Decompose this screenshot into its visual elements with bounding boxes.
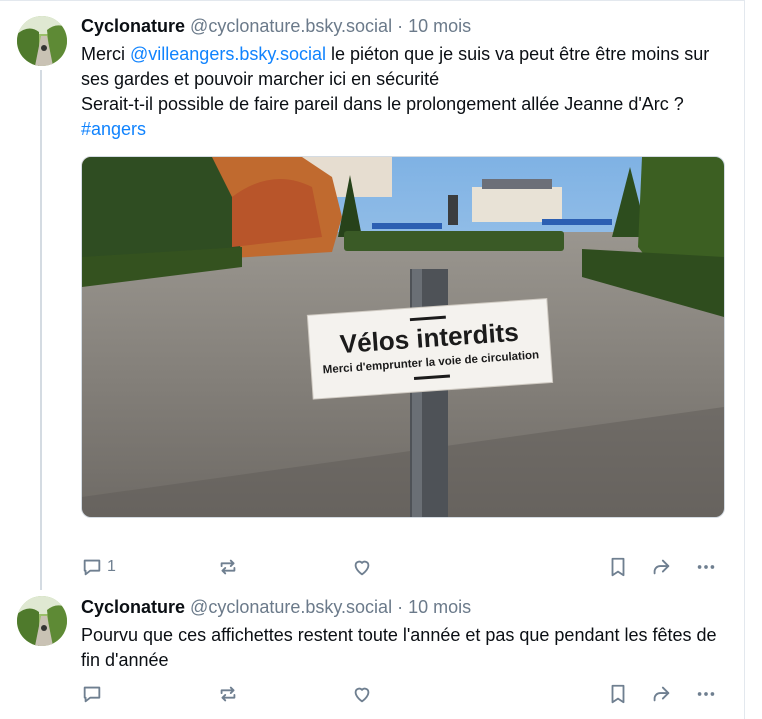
post-text-start: Merci	[81, 44, 130, 64]
post-image[interactable]: Vélos interdits Merci d'emprunter la voi…	[81, 156, 725, 518]
header-separator: ·	[397, 16, 404, 36]
repost-button[interactable]	[217, 680, 239, 708]
bookmark-button[interactable]	[607, 553, 629, 581]
top-divider	[0, 0, 744, 5]
share-button[interactable]	[650, 553, 672, 581]
share-icon	[653, 686, 670, 702]
like-icon	[354, 687, 370, 703]
author-handle[interactable]: @cyclonature.bsky.social	[190, 597, 392, 617]
bookmark-button[interactable]	[607, 680, 629, 708]
header-separator: ·	[397, 597, 404, 617]
author-handle[interactable]: @cyclonature.bsky.social	[190, 16, 392, 36]
more-icon	[697, 692, 715, 696]
author-name[interactable]: Cyclonature	[81, 16, 185, 36]
hashtag-link[interactable]: #angers	[81, 119, 146, 139]
share-icon	[653, 559, 670, 575]
post-actions: 1	[81, 553, 721, 583]
post-text: Pourvu que ces affichettes restent toute…	[81, 625, 717, 670]
like-button[interactable]	[351, 680, 373, 708]
bookmark-icon	[611, 557, 625, 577]
author-name[interactable]: Cyclonature	[81, 597, 185, 617]
thread-connector-line	[40, 70, 42, 590]
post-text: Merci @villeangers.bsky.social le piéton…	[81, 42, 721, 142]
post-header: Cyclonature @cyclonature.bsky.social · 1…	[81, 14, 721, 38]
author-avatar[interactable]	[17, 16, 67, 66]
more-options-button[interactable]	[695, 553, 717, 581]
reply-icon	[83, 686, 101, 703]
mention-link[interactable]: @villeangers.bsky.social	[130, 44, 326, 64]
like-icon	[354, 560, 370, 576]
like-button[interactable]	[351, 553, 373, 581]
repost-icon	[220, 686, 236, 702]
post-timestamp[interactable]: 10 mois	[408, 16, 471, 36]
more-icon	[697, 565, 715, 569]
reply-button[interactable]	[81, 680, 103, 708]
repost-button[interactable]	[217, 553, 239, 581]
reply-count: 1	[107, 558, 116, 575]
reply-button[interactable]: 1	[81, 553, 116, 581]
more-options-button[interactable]	[695, 680, 717, 708]
post-timestamp[interactable]: 10 mois	[408, 597, 471, 617]
post-header: Cyclonature @cyclonature.bsky.social · 1…	[81, 595, 721, 619]
post-text-line2: Serait-t-il possible de faire pareil dan…	[81, 94, 684, 114]
repost-icon	[220, 559, 236, 575]
reply-icon	[83, 559, 101, 576]
bookmark-icon	[611, 684, 625, 704]
author-avatar[interactable]	[17, 596, 67, 646]
share-button[interactable]	[650, 680, 672, 708]
post-actions	[81, 680, 721, 710]
feed-right-border	[744, 0, 745, 719]
